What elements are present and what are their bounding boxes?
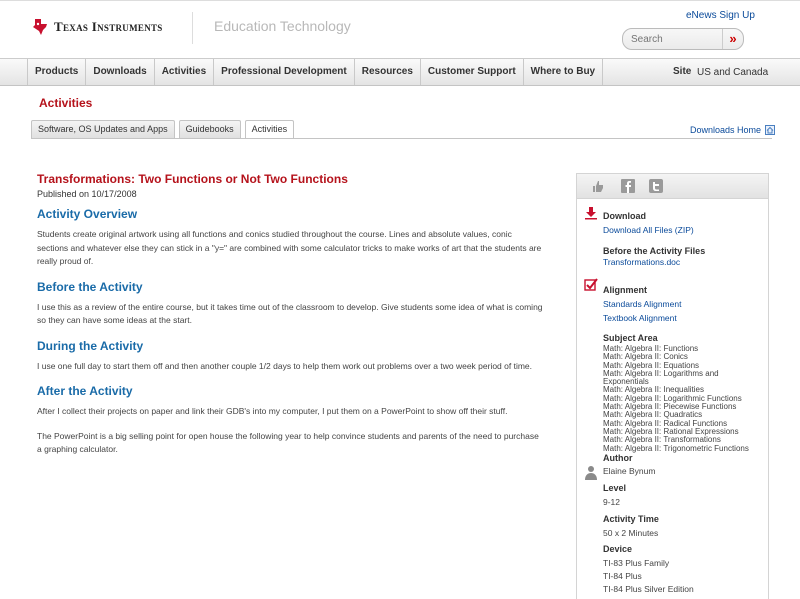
nav-resources[interactable]: Resources (355, 59, 421, 85)
section-text-after-2: The PowerPoint is a big selling point fo… (37, 430, 539, 455)
device-item: TI-83 Plus Family (603, 558, 670, 568)
downloads-home-label: Downloads Home (690, 125, 762, 135)
site-selector[interactable]: US and Canada (697, 67, 768, 78)
activity-sidebar: Download Download All Files (ZIP) Before… (576, 173, 769, 599)
nav-products[interactable]: Products (27, 59, 87, 85)
nav-customer-support[interactable]: Customer Support (421, 59, 524, 85)
before-files-heading: Before the Activity Files (603, 246, 706, 256)
published-date: Published on 10/17/2008 (37, 189, 137, 199)
tab-divider (31, 138, 772, 139)
nav-where-to-buy[interactable]: Where to Buy (524, 59, 604, 85)
subject-item: Math: Algebra II: Trigonometric Function… (603, 443, 749, 453)
activity-time-heading: Activity Time (603, 514, 659, 524)
download-all-zip-link[interactable]: Download All Files (ZIP) (603, 225, 694, 235)
standards-alignment-link[interactable]: Standards Alignment (603, 299, 681, 309)
tab-bar: Software, OS Updates and Apps Guidebooks… (31, 120, 295, 139)
subject-area-list: Math: Algebra II: Functions Math: Algebr… (603, 344, 749, 453)
device-item: TI-84 Plus Silver Edition (603, 584, 694, 594)
tab-activities[interactable]: Activities (244, 120, 295, 139)
section-text-after-1: After I collect their projects on paper … (37, 406, 508, 416)
section-text-overview: Students create original artwork using a… (37, 229, 542, 266)
site-label: Site (673, 66, 692, 77)
level-value: 9-12 (603, 497, 621, 507)
downloads-home-link[interactable]: Downloads Home (690, 125, 776, 135)
device-item: TI-84 Plus (603, 571, 642, 581)
search-input[interactable] (631, 32, 721, 46)
twitter-icon[interactable] (649, 179, 663, 193)
tab-software-updates[interactable]: Software, OS Updates and Apps (31, 120, 175, 138)
section-heading-before: Before the Activity (37, 279, 143, 294)
transformations-doc-link[interactable]: Transformations.doc (603, 257, 680, 267)
page-title: Activities (39, 96, 93, 110)
nav-downloads[interactable]: Downloads (86, 59, 155, 85)
facebook-icon[interactable] (621, 179, 635, 193)
search-box: » (622, 28, 744, 50)
activity-content: Transformations: Two Functions or Not Tw… (37, 172, 543, 468)
section-title: Education Technology (214, 18, 351, 34)
author-name: Elaine Bynum (603, 466, 656, 476)
subject-area-heading: Subject Area (603, 333, 658, 343)
author-person-icon (585, 466, 597, 480)
nav-activities[interactable]: Activities (155, 59, 215, 85)
search-go-button[interactable]: » (722, 29, 743, 49)
author-heading: Author (603, 453, 633, 463)
checkbox-check-icon (584, 278, 598, 291)
share-bar (577, 174, 768, 199)
download-heading: Download (603, 211, 646, 221)
texas-state-icon (33, 19, 47, 35)
home-icon (765, 125, 776, 135)
section-text-during: I use one full day to start them off and… (37, 360, 533, 371)
nav-professional-development[interactable]: Professional Development (214, 59, 355, 85)
level-heading: Level (603, 483, 627, 493)
activity-time-value: 50 x 2 Minutes (603, 528, 659, 538)
header-divider (192, 12, 193, 44)
section-heading-overview: Activity Overview (37, 207, 138, 221)
download-icon (585, 207, 597, 220)
activity-title: Transformations: Two Functions or Not Tw… (37, 172, 348, 186)
brand-name: Texas Instruments (54, 19, 163, 34)
tab-guidebooks[interactable]: Guidebooks (178, 120, 241, 138)
ti-logo[interactable]: Texas Instruments (32, 18, 163, 36)
section-heading-during: During the Activity (37, 338, 144, 353)
enews-signup-link[interactable]: eNews Sign Up (686, 10, 755, 21)
section-heading-after: After the Activity (37, 384, 133, 398)
section-text-before: I use this as a review of the entire cou… (37, 301, 543, 326)
thumbs-up-icon[interactable] (591, 179, 605, 193)
textbook-alignment-link[interactable]: Textbook Alignment (603, 313, 677, 323)
alignment-heading: Alignment (603, 285, 647, 295)
device-heading: Device (603, 544, 633, 554)
